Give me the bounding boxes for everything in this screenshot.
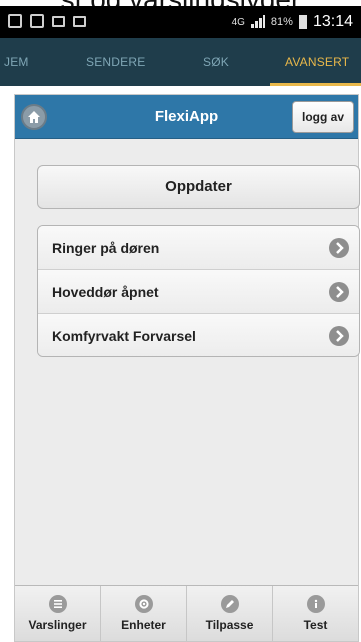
notification-icons (8, 14, 86, 28)
chevron-right-icon (329, 326, 349, 346)
notification-icon (30, 14, 44, 28)
update-button[interactable]: Oppdater (37, 165, 360, 209)
photo-icon (73, 16, 86, 27)
event-list: Ringer på døren Hoveddør åpnet Komfyrvak… (37, 225, 360, 357)
battery-percent: 81% (270, 16, 293, 28)
list-item-label: Ringer på døren (52, 240, 160, 256)
nav-varslinger-button[interactable]: Varslinger (15, 586, 101, 641)
nav-tilpasse-button[interactable]: Tilpasse (187, 586, 273, 641)
info-icon (306, 595, 325, 613)
status-bar: 4G 81% 13:14 (0, 6, 361, 38)
list-item[interactable]: Ringer på døren (38, 226, 359, 270)
tab-bar: JEM SENDERE SØK AVANSERT (0, 38, 361, 86)
network-type: 4G (231, 16, 245, 28)
nav-label: Varslinger (28, 618, 87, 632)
logout-button[interactable]: logg av (292, 101, 354, 133)
chevron-right-icon (329, 282, 349, 302)
home-icon (28, 111, 40, 123)
signal-icon (250, 15, 265, 29)
nav-label: Enheter (121, 618, 166, 632)
clock: 13:14 (312, 13, 353, 30)
app-header: FlexiApp logg av (15, 95, 358, 139)
pencil-icon (220, 595, 239, 613)
app-frame: FlexiApp logg av Oppdater Ringer på døre… (14, 94, 360, 642)
nav-enheter-button[interactable]: Enheter (101, 586, 187, 641)
nav-test-button[interactable]: Test (273, 586, 358, 641)
chevron-right-icon (329, 238, 349, 258)
bottom-nav: Varslinger Enheter Tilpasse Test (15, 585, 358, 641)
list-icon (48, 595, 67, 613)
tab-sendere[interactable]: SENDERE (86, 38, 145, 86)
tab-sok[interactable]: SØK (203, 38, 229, 86)
list-item-label: Komfyrvakt Forvarsel (52, 328, 196, 344)
active-tab-indicator (270, 83, 361, 86)
battery-icon (298, 15, 307, 29)
nav-label: Test (303, 618, 328, 632)
home-button[interactable] (21, 104, 47, 130)
list-item[interactable]: Hoveddør åpnet (38, 270, 359, 314)
notification-icon (8, 14, 22, 28)
gear-icon (134, 595, 153, 613)
image-icon (52, 16, 65, 27)
list-item-label: Hoveddør åpnet (52, 284, 159, 300)
nav-label: Tilpasse (205, 618, 254, 632)
tab-hjem[interactable]: JEM (4, 38, 29, 86)
list-item[interactable]: Komfyrvakt Forvarsel (38, 314, 359, 356)
tab-avansert[interactable]: AVANSERT (285, 38, 349, 86)
